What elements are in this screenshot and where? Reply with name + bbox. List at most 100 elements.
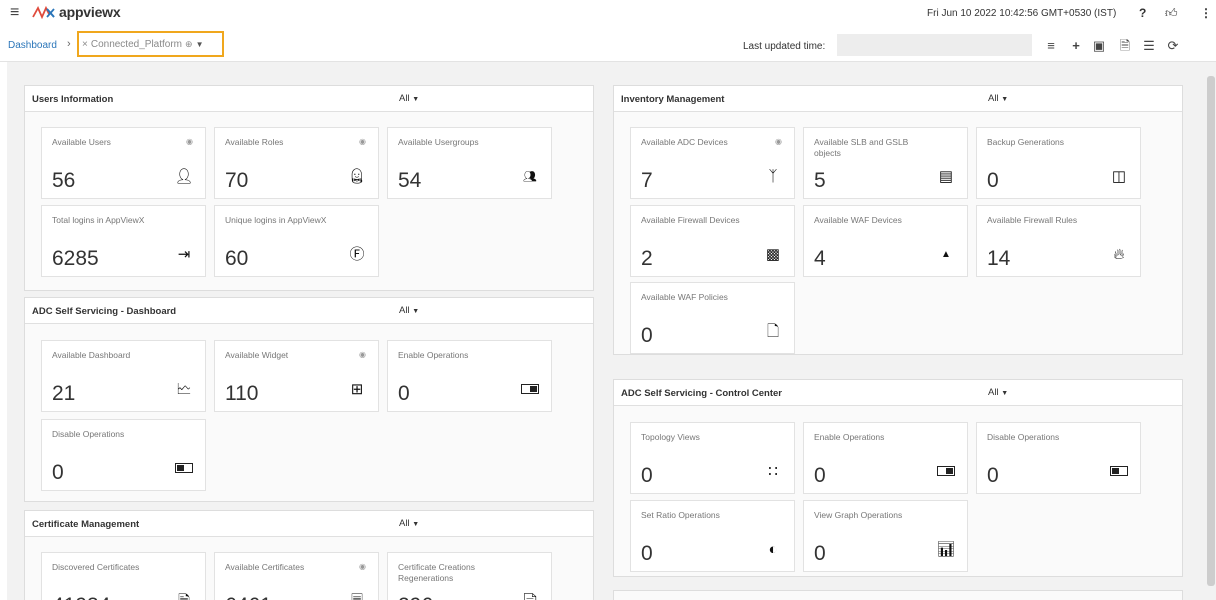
more-vertical-icon[interactable]: ⋮ — [1200, 6, 1212, 20]
stat-card[interactable]: Available Usergroups 54 👥︎ — [387, 127, 552, 199]
stat-card[interactable]: Certificate Creations Regenerations 296 … — [387, 552, 552, 600]
eye-icon[interactable]: ◉ — [359, 350, 366, 359]
chevron-right-icon: › — [67, 38, 71, 50]
chevron-down-icon[interactable]: ▼ — [196, 40, 204, 49]
card-value: 54 — [398, 169, 422, 192]
filter-label: All — [399, 305, 410, 316]
card-label: Backup Generations — [987, 137, 1065, 147]
panel-filter-dropdown[interactable]: All ▼ — [399, 305, 419, 316]
stat-card[interactable]: Backup Generations 0 ◫ — [976, 127, 1141, 199]
card-label: Available Firewall Rules — [987, 215, 1078, 225]
connected-platform-tab[interactable]: × Connected_Platform ⊕ ▼ — [77, 31, 224, 57]
thumbs-up-icon[interactable]: 👍︎ — [1165, 6, 1178, 20]
panel-header: Certificate Management All ▼ — [25, 511, 593, 537]
toggle-off-icon — [1109, 463, 1129, 481]
stat-card[interactable]: View Graph Operations 0 📊︎ — [803, 500, 968, 572]
card-label: Topology Views — [641, 432, 700, 442]
card-label: Certificate Creations Regenerations — [398, 562, 476, 583]
stat-card[interactable]: Available SLB and GSLB objects 5 ▤ — [803, 127, 968, 199]
stat-card[interactable]: Available WAF Policies 0 🗋︎ — [630, 282, 795, 354]
user-role-icon: 🤵︎ — [347, 168, 367, 185]
add-widget-box-icon: ⊞ — [350, 381, 364, 398]
stat-card[interactable]: Total logins in AppViewX 6285 ⇥ — [41, 205, 206, 277]
add-circle-icon[interactable]: ⊕ — [185, 39, 193, 50]
card-label: Disable Operations — [987, 432, 1060, 442]
card-label: Discovered Certificates — [52, 562, 140, 572]
stat-card[interactable]: Topology Views 0 ∷ — [630, 422, 795, 494]
vertical-scrollbar[interactable] — [1206, 62, 1216, 600]
panel-title: ADC Self Servicing - Dashboard — [32, 306, 177, 317]
chevron-down-icon: ▼ — [412, 521, 420, 528]
stat-card[interactable]: Available Certificates ◉ 6461 🗏︎ — [214, 552, 379, 600]
stat-card[interactable]: Available Roles ◉ 70 🤵︎ — [214, 127, 379, 199]
stat-card[interactable]: Disable Operations 0 — [41, 419, 206, 491]
percent-icon: ◐ — [768, 541, 778, 558]
filter-icon[interactable]: ☰ — [1140, 37, 1158, 55]
panel-filter-dropdown[interactable]: All ▼ — [399, 93, 419, 104]
hamburger-menu-icon[interactable]: ≡ — [10, 5, 19, 21]
stat-card[interactable]: Available Dashboard 21 🗠︎ — [41, 340, 206, 412]
card-label: Available Roles — [225, 137, 284, 147]
breadcrumb-dashboard-link[interactable]: Dashboard — [8, 40, 57, 51]
save-icon[interactable]: ▣ — [1090, 37, 1108, 55]
list-view-icon[interactable]: ≡ — [1042, 37, 1060, 55]
stat-card[interactable]: Set Ratio Operations 0 ◐ — [630, 500, 795, 572]
eye-icon[interactable]: ◉ — [775, 137, 782, 146]
card-value: 4 — [814, 247, 826, 270]
add-widget-icon[interactable]: + — [1067, 37, 1085, 55]
panel-title: Certificate Management — [32, 519, 140, 530]
eye-icon[interactable]: ◉ — [359, 562, 366, 571]
stat-card[interactable]: Disable Operations 0 — [976, 422, 1141, 494]
panel-filter-dropdown[interactable]: All ▼ — [988, 93, 1008, 104]
card-value: 60 — [225, 247, 249, 270]
unique-login-icon: Ⓕ — [349, 246, 365, 263]
inventory-management-panel: Inventory Management All ▼ Available ADC… — [613, 85, 1183, 355]
stat-card[interactable]: Unique logins in AppViewX 60 Ⓕ — [214, 205, 379, 277]
card-value: 41934 — [52, 594, 110, 600]
export-icon[interactable]: 🗎︎ — [1116, 37, 1134, 55]
refresh-icon[interactable]: ⟳ — [1164, 37, 1182, 55]
stat-card[interactable]: Available ADC Devices ◉ 7 ᛉ — [630, 127, 795, 199]
close-icon[interactable]: × — [82, 39, 88, 50]
card-value: 70 — [225, 169, 249, 192]
card-value: 14 — [987, 247, 1011, 270]
panel-filter-dropdown[interactable]: All ▼ — [988, 387, 1008, 398]
stat-card[interactable]: Available Firewall Devices 2 ▩ — [630, 205, 795, 277]
user-group-icon: 👥︎ — [523, 171, 537, 183]
card-value: 0 — [987, 464, 999, 487]
stat-card[interactable]: Available Firewall Rules 14 🔥︎ — [976, 205, 1141, 277]
firewall-device-icon: ▩ — [765, 246, 781, 263]
waf-policy-icon: 🗋︎ — [766, 323, 780, 340]
stat-card[interactable]: Available Widget ◉ 110 ⊞ — [214, 340, 379, 412]
stat-card[interactable]: Available WAF Devices 4 ▲ — [803, 205, 968, 277]
dashboard-monitor-icon: 🗠︎ — [176, 381, 192, 398]
login-icon: ⇥ — [177, 246, 191, 263]
adc-device-icon: ᛉ — [768, 168, 778, 185]
scrollbar-thumb[interactable] — [1207, 76, 1215, 586]
eye-icon[interactable]: ◉ — [359, 137, 366, 146]
adc-self-servicing-control-center-panel: ADC Self Servicing - Control Center All … — [613, 379, 1183, 577]
panel-filter-dropdown[interactable]: All ▼ — [399, 518, 419, 529]
card-label: Available SLB and GSLB objects — [814, 137, 909, 158]
stat-card[interactable]: Discovered Certificates 41934 🗎︎ — [41, 552, 206, 600]
toggle-off-icon — [174, 460, 194, 478]
chevron-down-icon: ▼ — [412, 308, 420, 315]
stat-card[interactable]: Available Users ◉ 56 👤︎ — [41, 127, 206, 199]
card-value: 0 — [398, 382, 410, 405]
help-icon[interactable]: ? — [1139, 6, 1146, 20]
card-label: Available Certificates — [225, 562, 305, 572]
appviewx-logo-icon — [32, 5, 55, 19]
certificate-icon: 🗎︎ — [174, 593, 194, 600]
chevron-down-icon: ▼ — [1001, 96, 1009, 103]
card-label: Total logins in AppViewX — [52, 215, 145, 225]
eye-icon[interactable]: ◉ — [186, 137, 193, 146]
card-label: Available ADC Devices — [641, 137, 728, 147]
stat-card[interactable]: Enable Operations 0 — [803, 422, 968, 494]
waf-device-icon: ▲ — [941, 249, 951, 260]
panel-header: ADC Self Servicing - Dashboard All ▼ — [25, 298, 593, 324]
card-value: 0 — [641, 542, 653, 565]
stat-card[interactable]: Enable Operations 0 — [387, 340, 552, 412]
brand-logo[interactable]: appviewx — [32, 4, 121, 20]
card-value: 296 — [398, 594, 433, 600]
view-graph-icon: 📊︎ — [936, 541, 956, 558]
